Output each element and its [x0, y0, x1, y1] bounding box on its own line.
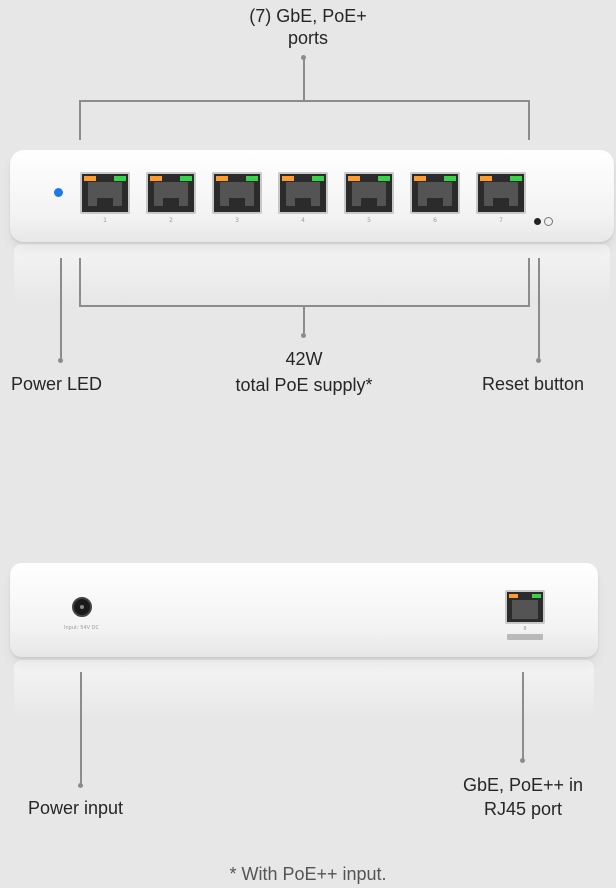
ports-label: (7) GbE, PoE+ ports: [208, 5, 408, 49]
ethernet-port-4: [278, 172, 328, 214]
uplink-label-line2: RJ45 port: [483, 799, 563, 819]
port-led-orange: [348, 176, 360, 181]
port-led-orange: [414, 176, 426, 181]
reset-callout-dot: [536, 358, 541, 363]
power-input-callout-line: [80, 672, 82, 784]
power-led-label: Power LED: [11, 374, 103, 394]
port-number-6: 6: [433, 217, 437, 224]
port-led-green: [378, 176, 390, 181]
poe-in-badge: [507, 634, 543, 640]
ethernet-port-1: [80, 172, 130, 214]
ports-callout-stem: [303, 58, 305, 100]
port-led-orange: [216, 176, 228, 181]
port-led-green: [246, 176, 258, 181]
port-number-4: 4: [301, 217, 305, 224]
port-jack: [220, 182, 254, 206]
dc-input-text: Input: 54V DC: [64, 625, 99, 631]
port-led-orange: [480, 176, 492, 181]
port-number-3: 3: [235, 217, 239, 224]
ethernet-port-5: [344, 172, 394, 214]
power-led-callout-line: [60, 258, 62, 358]
port-led-green: [180, 176, 192, 181]
port-jack: [484, 182, 518, 206]
rear-device-reflection: [14, 660, 594, 720]
port-number-1: 1: [103, 217, 107, 224]
ethernet-port-2: [146, 172, 196, 214]
uplink-ethernet-port: [505, 590, 545, 624]
port-led-green: [532, 594, 541, 598]
poe-callout-stem: [303, 305, 305, 333]
port-led-orange: [509, 594, 518, 598]
front-device-reflection: [14, 244, 610, 304]
port-led-green: [114, 176, 126, 181]
ethernet-port-6: [410, 172, 460, 214]
port-number-7: 7: [499, 217, 503, 224]
ports-callout-left-leg: [79, 100, 81, 140]
uplink-callout-dot: [520, 758, 525, 763]
uplink-label-line1: GbE, PoE++ in: [462, 775, 584, 795]
poe-callout-right-leg: [528, 258, 530, 306]
port-jack: [88, 182, 122, 206]
reset-callout-line: [538, 258, 540, 358]
ports-callout-bracket: [79, 100, 530, 102]
port-jack: [154, 182, 188, 206]
port-number-2: 2: [169, 217, 173, 224]
power-input-label: Power input: [28, 798, 124, 818]
port-jack: [418, 182, 452, 206]
power-led-callout-dot: [58, 358, 63, 363]
ports-label-line1: (7) GbE, PoE+: [249, 6, 367, 26]
ports-label-line2: ports: [287, 28, 329, 48]
port-led-green: [312, 176, 324, 181]
port-led-orange: [150, 176, 162, 181]
uplink-callout-line: [522, 672, 524, 760]
reset-button: [534, 218, 541, 225]
ports-callout-right-leg: [528, 100, 530, 140]
port-jack: [352, 182, 386, 206]
footnote: * With PoE++ input.: [229, 864, 387, 884]
poe-label-line1: 42W: [285, 349, 323, 369]
dc-power-jack: [72, 597, 92, 617]
ethernet-port-3: [212, 172, 262, 214]
uplink-label: GbE, PoE++ in RJ45 port: [440, 774, 606, 820]
port-jack: [286, 182, 320, 206]
port-led-orange: [282, 176, 294, 181]
power-input-callout-dot: [78, 783, 83, 788]
reset-button-label: Reset button: [482, 374, 585, 394]
power-led-indicator: [54, 188, 63, 197]
poe-label: 42W total PoE supply*: [204, 348, 404, 396]
poe-callout-left-leg: [79, 258, 81, 306]
port-led-green: [510, 176, 522, 181]
ethernet-port-7: [476, 172, 526, 214]
reset-indicator-icon: [544, 217, 553, 226]
uplink-port-number: 8: [523, 626, 527, 632]
port-led-orange: [84, 176, 96, 181]
port-led-green: [444, 176, 456, 181]
poe-callout-dot: [301, 333, 306, 338]
port-number-5: 5: [367, 217, 371, 224]
port-jack: [512, 600, 538, 619]
poe-label-line2: total PoE supply*: [235, 375, 373, 395]
